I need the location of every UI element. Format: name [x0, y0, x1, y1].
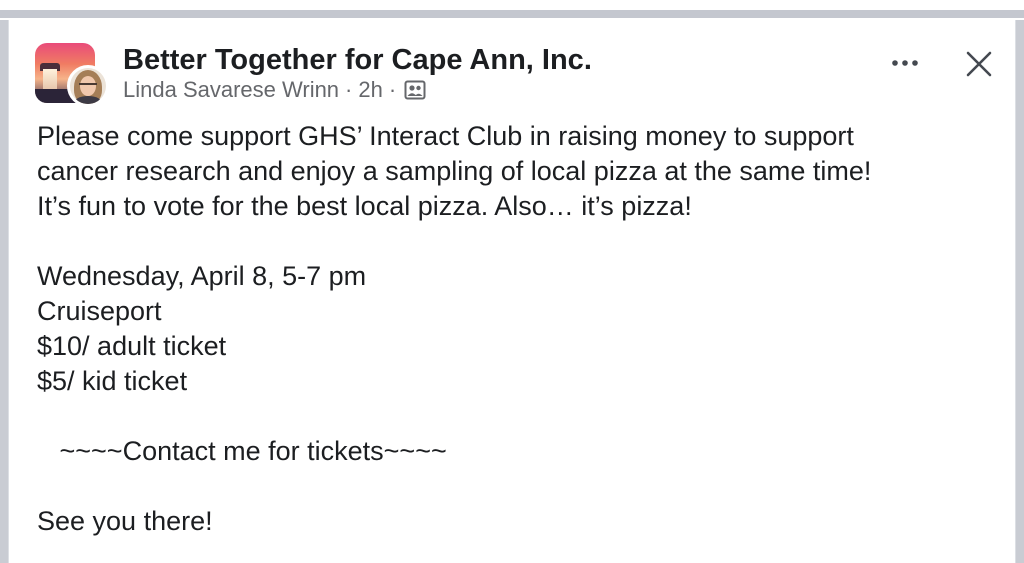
post-card: Better Together for Cape Ann, Inc. Linda… — [8, 20, 1016, 563]
group-name-link[interactable]: Better Together for Cape Ann, Inc. — [123, 44, 592, 77]
event-date-time: Wednesday, April 8, 5-7 pm — [37, 261, 367, 291]
avatar-glasses — [79, 83, 97, 89]
paragraph-break — [37, 224, 997, 259]
post-avatar-group[interactable] — [35, 43, 111, 107]
kid-ticket-price: $5/ kid ticket — [37, 366, 188, 396]
post-meta: Linda Savarese Wrinn · 2h · — [123, 77, 426, 103]
event-location: Cruiseport — [37, 296, 162, 326]
close-button[interactable] — [959, 46, 999, 82]
post-timestamp[interactable]: 2h — [358, 77, 382, 103]
closing-line: See you there! — [37, 506, 213, 536]
meta-separator: · — [345, 77, 353, 102]
post-text: Please come support GHS’ Interact Club i… — [37, 119, 997, 539]
more-options-button[interactable] — [885, 48, 925, 78]
more-options-icon — [892, 60, 918, 66]
post-text-line: cancer research and enjoy a sampling of … — [37, 156, 872, 186]
paragraph-break — [37, 469, 997, 504]
group-members-icon[interactable] — [404, 80, 426, 100]
avatar-shirt — [74, 96, 102, 104]
post-text-line: It’s fun to vote for the best local pizz… — [37, 191, 692, 221]
close-icon — [966, 51, 992, 77]
author-avatar[interactable] — [67, 65, 109, 107]
paragraph-break — [37, 399, 997, 434]
feed-separator — [0, 10, 1024, 18]
author-name-link[interactable]: Linda Savarese Wrinn — [123, 77, 339, 103]
contact-line: ~~~~Contact me for tickets~~~~ — [37, 436, 447, 466]
previous-post-edge — [0, 0, 1024, 20]
meta-separator: · — [388, 77, 397, 102]
adult-ticket-price: $10/ adult ticket — [37, 331, 227, 361]
post-text-line: Please come support GHS’ Interact Club i… — [37, 121, 854, 151]
